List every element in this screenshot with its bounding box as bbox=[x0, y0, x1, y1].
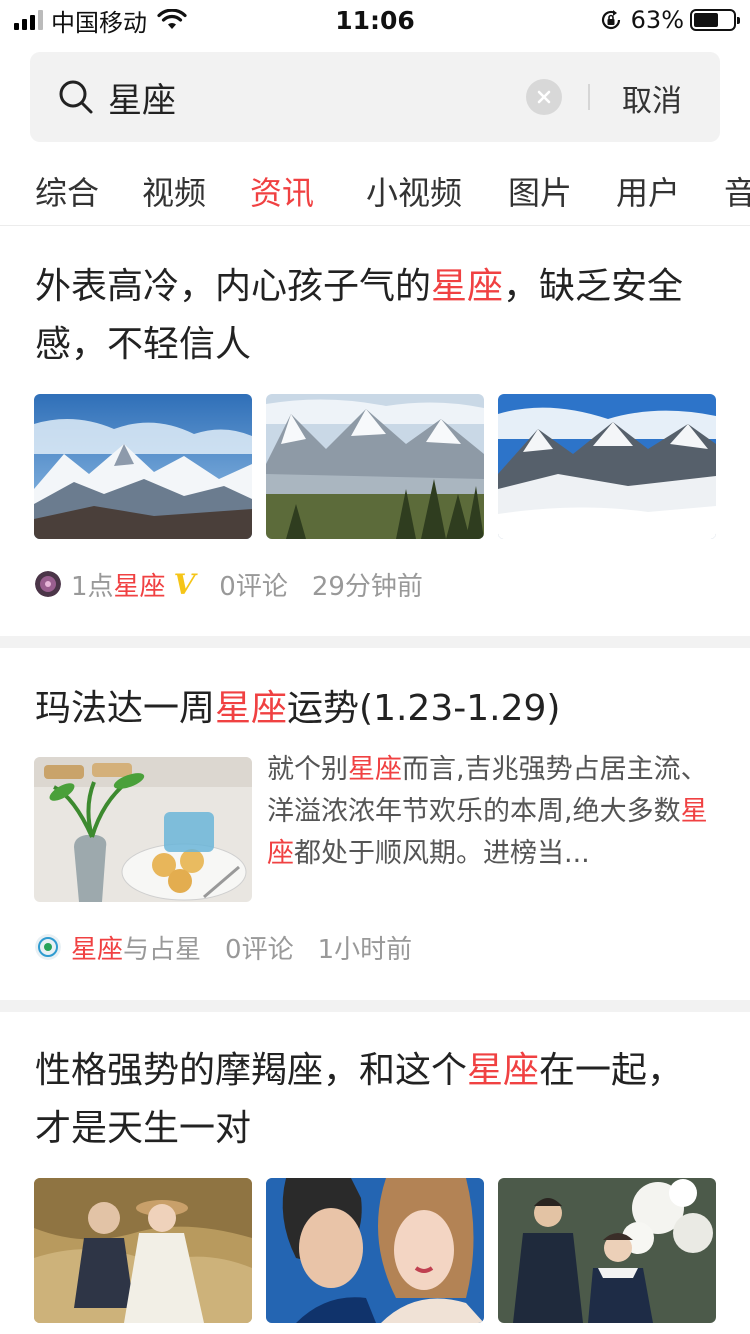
section-divider bbox=[0, 636, 750, 648]
article-title[interactable]: 玛法达一周星座运势(1.23-1.29) bbox=[35, 680, 715, 738]
summary-highlight: 星座 bbox=[348, 754, 402, 785]
article-summary: 就个别星座而言,吉兆强势占居主流、洋溢浓浓年节欢乐的本周,绝大多数星座都处于顺风… bbox=[267, 749, 717, 881]
title-text: 玛法达一周 bbox=[35, 688, 216, 729]
search-input[interactable] bbox=[108, 70, 528, 124]
title-highlight: 星座 bbox=[431, 266, 504, 307]
article-meta: 1点星座 V 0评论 29分钟前 bbox=[35, 564, 423, 604]
status-right: 63% bbox=[599, 6, 740, 34]
tab-music[interactable]: 音 bbox=[724, 168, 750, 214]
battery-fill bbox=[694, 13, 718, 27]
article-image[interactable] bbox=[34, 757, 252, 902]
source-name[interactable]: 1点星座 bbox=[71, 566, 166, 603]
category-tabs: 综合 视频 资讯 小视频 图片 用户 音 bbox=[0, 160, 750, 226]
comment-count: 0评论 bbox=[225, 934, 294, 965]
tab-all[interactable]: 综合 bbox=[35, 168, 99, 214]
tab-news[interactable]: 资讯 bbox=[250, 168, 314, 214]
tab-users[interactable]: 用户 bbox=[616, 168, 680, 214]
battery-percent: 63% bbox=[630, 6, 684, 34]
source-name[interactable]: 星座与占星 bbox=[71, 929, 201, 966]
status-bar: 中国移动 11:06 63% bbox=[0, 0, 750, 40]
title-text: 性格强势的摩羯座，和这个 bbox=[35, 1050, 468, 1091]
source-highlight: 星座 bbox=[113, 571, 166, 602]
title-highlight: 星座 bbox=[215, 688, 288, 729]
tab-short-video[interactable]: 小视频 bbox=[366, 168, 462, 214]
verified-icon: V bbox=[173, 567, 196, 601]
article-image[interactable] bbox=[34, 1178, 252, 1323]
article-image[interactable] bbox=[498, 394, 716, 539]
cancel-button[interactable]: 取消 bbox=[622, 76, 682, 120]
source-text: 1点 bbox=[71, 571, 114, 602]
tab-video[interactable]: 视频 bbox=[142, 168, 206, 214]
summary-text: 都处于顺风期。进榜当... bbox=[294, 838, 590, 869]
clear-icon[interactable] bbox=[526, 79, 562, 115]
source-text: 与占星 bbox=[123, 934, 202, 965]
search-icon bbox=[59, 80, 93, 114]
source-highlight: 星座 bbox=[71, 934, 124, 965]
rotation-lock-icon bbox=[601, 10, 620, 30]
publish-time: 1小时前 bbox=[317, 934, 413, 965]
title-text: 外表高冷，内心孩子气的 bbox=[35, 266, 432, 307]
publish-time: 29分钟前 bbox=[311, 571, 423, 602]
article-image[interactable] bbox=[266, 394, 484, 539]
search-separator bbox=[588, 84, 590, 110]
source-avatar bbox=[35, 571, 61, 597]
battery-icon bbox=[690, 9, 740, 31]
comment-count: 0评论 bbox=[219, 571, 288, 602]
article-meta: 星座与占星 0评论 1小时前 bbox=[35, 927, 412, 967]
article-image[interactable] bbox=[34, 394, 252, 539]
article-title[interactable]: 外表高冷，内心孩子气的星座，缺乏安全感，不轻信人 bbox=[35, 258, 715, 374]
article-image[interactable] bbox=[498, 1178, 716, 1323]
article-image[interactable] bbox=[266, 1178, 484, 1323]
summary-text: 就个别 bbox=[267, 754, 348, 785]
source-avatar bbox=[35, 934, 61, 960]
article-title[interactable]: 性格强势的摩羯座，和这个星座在一起，才是天生一对 bbox=[35, 1042, 715, 1158]
section-divider bbox=[0, 1000, 750, 1012]
title-highlight: 星座 bbox=[467, 1050, 540, 1091]
search-bar: 取消 bbox=[30, 52, 720, 142]
close-icon bbox=[537, 90, 551, 104]
title-text: 运势(1.23-1.29) bbox=[287, 688, 561, 729]
tab-images[interactable]: 图片 bbox=[508, 168, 572, 214]
